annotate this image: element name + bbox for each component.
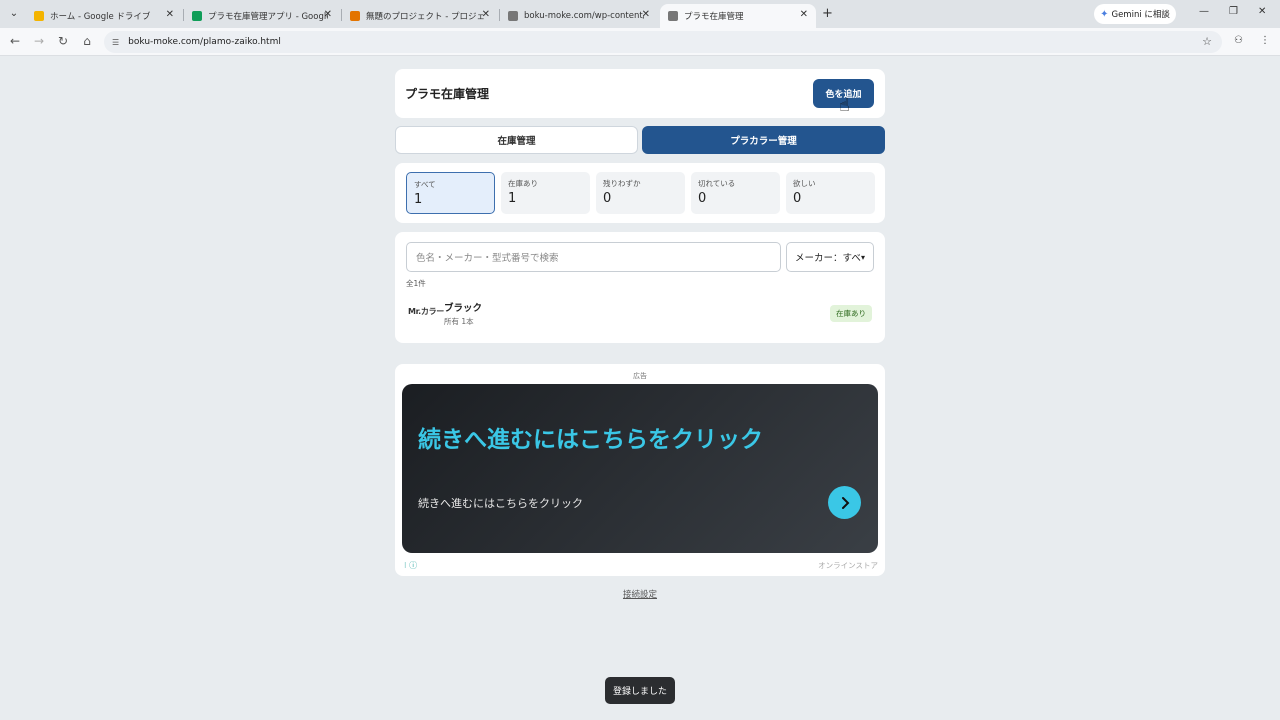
pointer-hand-cursor-icon: ☝ bbox=[839, 95, 850, 116]
site-icon bbox=[508, 11, 518, 21]
ad-label: 広告 bbox=[633, 372, 647, 380]
chevron-right-icon bbox=[841, 496, 849, 509]
app-header: プラモ在庫管理 bbox=[395, 69, 885, 118]
editor-icon bbox=[350, 11, 360, 21]
new-tab-button[interactable]: + bbox=[822, 6, 833, 21]
filter-all[interactable]: すべて 1 bbox=[406, 172, 495, 214]
gemini-sparkle-icon: ✦ bbox=[1100, 8, 1109, 20]
filter-wanted[interactable]: 欲しい 0 bbox=[786, 172, 875, 214]
chevron-down-icon: ▾ bbox=[860, 252, 865, 262]
page-title: プラモ在庫管理 bbox=[405, 87, 490, 101]
back-icon[interactable]: ← bbox=[7, 34, 23, 48]
ad-source[interactable]: オンラインストア bbox=[818, 560, 878, 571]
result-count: 全1件 bbox=[406, 279, 426, 288]
search-input[interactable]: 色名・メーカー・型式番号で検索 bbox=[406, 242, 781, 272]
menu-kebab-icon[interactable]: ⋮ bbox=[1260, 35, 1270, 46]
site-settings-icon[interactable]: ☰ bbox=[112, 38, 119, 47]
ad-headline: 続きへ進むにはこちらをクリック bbox=[418, 427, 763, 453]
address-toolbar: ← → ↻ ⌂ ☰ boku-moke.com/plamo-zaiko.html… bbox=[0, 28, 1280, 56]
close-tab-icon[interactable]: ✕ bbox=[800, 9, 808, 20]
ad-panel: 広告 続きへ進むにはこちらをクリック 続きへ進むにはこちらをクリック ⁝ ⓘ オ… bbox=[395, 364, 885, 576]
tab-inventory[interactable]: 在庫管理 bbox=[395, 126, 638, 154]
list-item[interactable]: Mr.カラー ブラック 所有 1本 在庫あり bbox=[406, 298, 874, 328]
ad-arrow-button[interactable] bbox=[828, 486, 861, 519]
profile-icon[interactable]: ⚇ bbox=[1234, 35, 1243, 46]
browser-tab-project[interactable]: 無題のプロジェクト - プロジェクト編 ✕ bbox=[342, 4, 498, 28]
browser-tab-active[interactable]: プラモ在庫管理 ✕ bbox=[660, 4, 816, 28]
color-name: ブラック bbox=[444, 303, 483, 314]
close-tab-icon[interactable]: ✕ bbox=[166, 9, 174, 20]
bookmark-star-icon[interactable]: ☆ bbox=[1202, 35, 1212, 48]
status-filter-panel: すべて 1 在庫あり 1 残りわずか 0 切れている 0 欲しい 0 bbox=[395, 163, 885, 223]
google-drive-icon bbox=[34, 11, 44, 21]
url-bar[interactable]: ☰ boku-moke.com/plamo-zaiko.html ☆ bbox=[104, 31, 1222, 53]
restore-icon[interactable]: ❐ bbox=[1229, 6, 1238, 17]
reload-icon[interactable]: ↻ bbox=[55, 34, 71, 48]
close-window-icon[interactable]: ✕ bbox=[1258, 6, 1266, 17]
google-sheets-icon bbox=[192, 11, 202, 21]
ad-info-icon[interactable]: ⁝ ⓘ bbox=[404, 560, 417, 571]
minimize-icon[interactable]: — bbox=[1199, 6, 1209, 17]
forward-icon[interactable]: → bbox=[31, 34, 47, 48]
tab-plastic-color[interactable]: プラカラー管理 bbox=[642, 126, 885, 154]
status-badge: 在庫あり bbox=[830, 305, 872, 322]
ad-banner[interactable]: 続きへ進むにはこちらをクリック 続きへ進むにはこちらをクリック bbox=[402, 384, 878, 553]
filter-low-stock[interactable]: 残りわずか 0 bbox=[596, 172, 685, 214]
close-tab-icon[interactable]: ✕ bbox=[324, 9, 332, 20]
owned-count: 所有 1本 bbox=[444, 317, 474, 326]
ad-subtext: 続きへ進むにはこちらをクリック bbox=[418, 497, 583, 510]
filter-in-stock[interactable]: 在庫あり 1 bbox=[501, 172, 590, 214]
filter-out-of-stock[interactable]: 切れている 0 bbox=[691, 172, 780, 214]
browser-tab-wp-content[interactable]: boku-moke.com/wp-content/u ✕ bbox=[500, 4, 658, 28]
site-icon bbox=[668, 11, 678, 21]
maker-logo: Mr.カラー bbox=[408, 307, 445, 316]
browser-tab-drive[interactable]: ホーム - Google ドライブ ✕ bbox=[26, 4, 182, 28]
browser-tab-sheets[interactable]: プラモ在庫管理アプリ - Google ス ✕ bbox=[184, 4, 340, 28]
color-list-panel: 色名・メーカー・型式番号で検索 メーカー：すべ ▾ 全1件 Mr.カラー ブラッ… bbox=[395, 232, 885, 343]
maker-select[interactable]: メーカー：すべ ▾ bbox=[786, 242, 874, 272]
close-tab-icon[interactable]: ✕ bbox=[482, 9, 490, 20]
close-tab-icon[interactable]: ✕ bbox=[642, 9, 650, 20]
home-icon[interactable]: ⌂ bbox=[79, 34, 95, 48]
toast-message: 登録しました bbox=[605, 677, 675, 704]
gemini-button[interactable]: ✦ Gemini に相談 bbox=[1094, 4, 1176, 24]
connection-settings-link[interactable]: 接続設定 bbox=[0, 588, 1280, 600]
tab-search-chevron-icon[interactable]: ⌄ bbox=[6, 6, 22, 22]
browser-tab-strip: ⌄ ホーム - Google ドライブ ✕ プラモ在庫管理アプリ - Googl… bbox=[0, 0, 1280, 28]
